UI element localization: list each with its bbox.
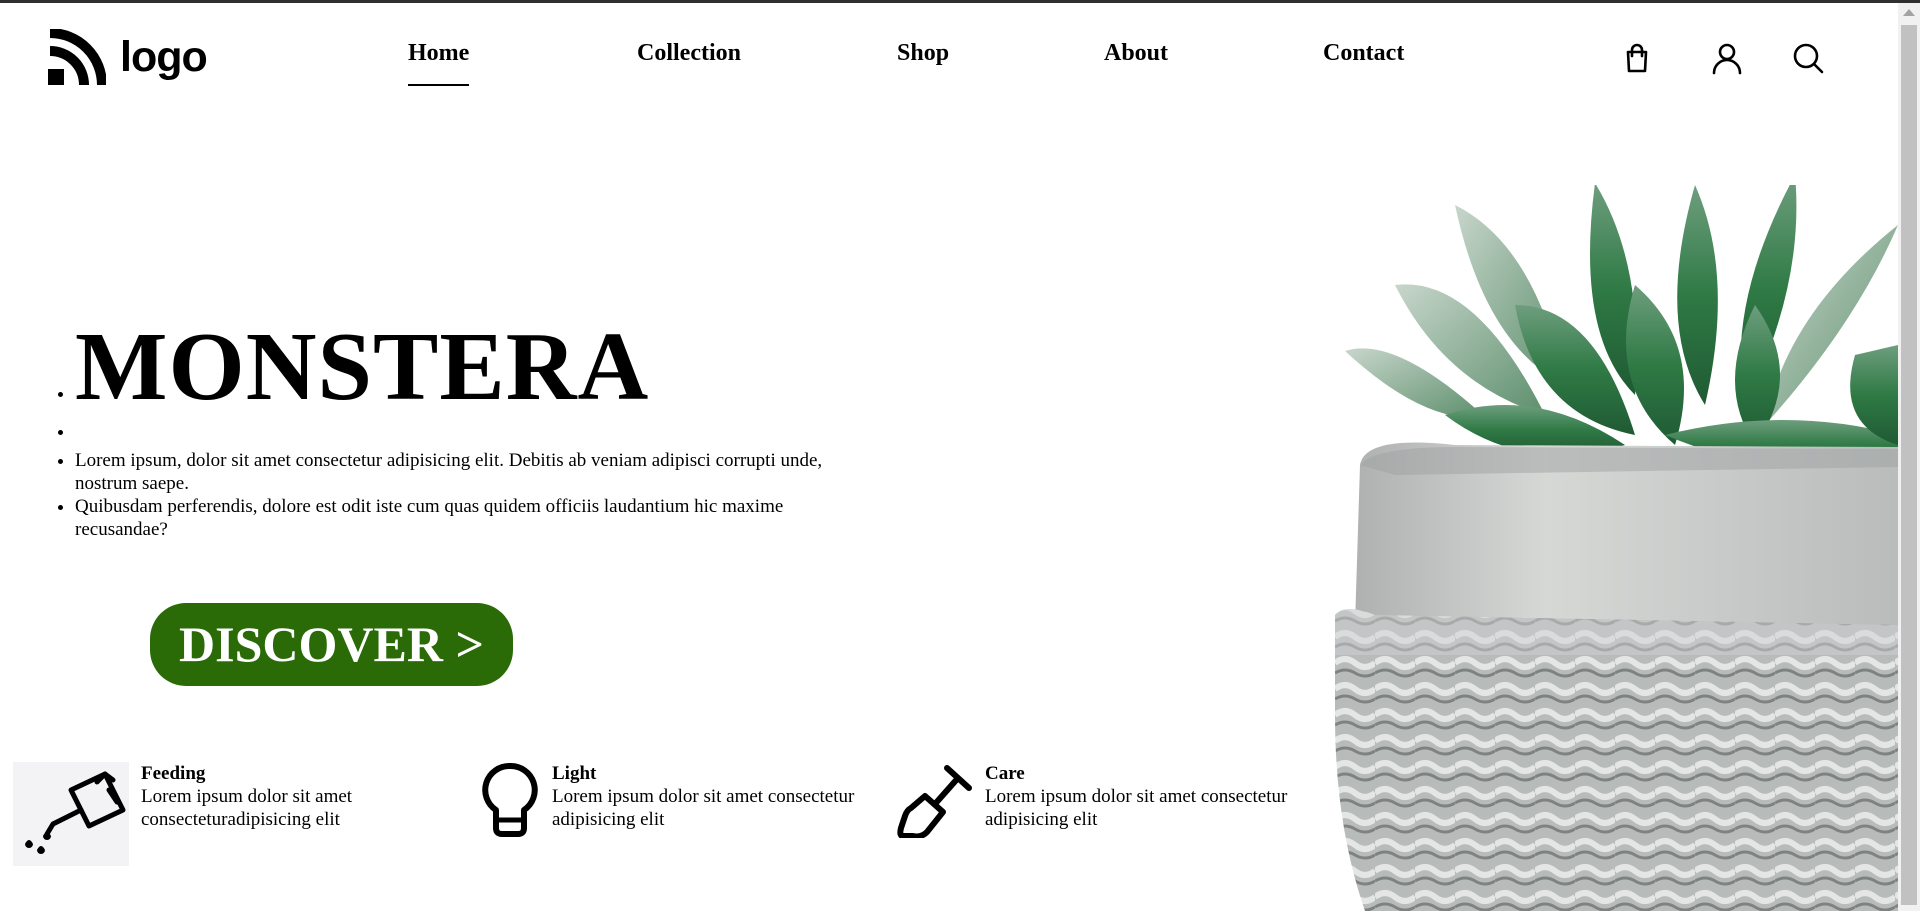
hero-title-item: MONSTERA (75, 318, 875, 416)
feature-title: Care (985, 763, 1025, 784)
logo[interactable]: logo (48, 29, 208, 85)
nav-collection[interactable]: Collection (637, 41, 741, 65)
feature-feeding: Feeding Lorem ipsum dolor sit amet conse… (13, 762, 376, 866)
discover-button[interactable]: DISCOVER > (150, 603, 513, 686)
hero-title: MONSTERA (75, 313, 650, 421)
nav-contact[interactable]: Contact (1323, 41, 1404, 65)
nav-about[interactable]: About (1104, 41, 1168, 65)
scrollbar[interactable] (1898, 3, 1920, 911)
scroll-up-arrow-icon[interactable] (1903, 9, 1915, 16)
site-header: logo Home Collection Shop About Contact (0, 3, 1898, 105)
logo-text: logo (120, 32, 208, 81)
feature-light: Light Lorem ipsum dolor sit amet consect… (478, 762, 877, 838)
feature-title: Light (552, 763, 597, 784)
nav-home[interactable]: Home (408, 41, 470, 86)
light-bulb-icon (482, 762, 538, 837)
hero-paragraph-2: Quibusdam perferendis, dolore est odit i… (75, 495, 875, 541)
hero-list: MONSTERA Lorem ipsum, dolor sit amet con… (75, 318, 875, 541)
shopping-bag-icon[interactable] (1620, 41, 1654, 75)
feature-title: Feeding (141, 763, 206, 784)
feature-description: Lorem ipsum dolor sit amet consecteturad… (141, 786, 353, 830)
feature-care: Care Lorem ipsum dolor sit amet consecte… (897, 762, 1320, 838)
logo-mark-icon (48, 29, 106, 85)
user-icon[interactable] (1710, 41, 1744, 75)
scrollbar-thumb[interactable] (1901, 25, 1917, 905)
watering-can-icon (13, 762, 129, 866)
search-icon[interactable] (1791, 41, 1825, 75)
hero-paragraph-1: Lorem ipsum, dolor sit amet consectetur … (75, 449, 875, 495)
feature-description: Lorem ipsum dolor sit amet consectetur a… (985, 786, 1288, 830)
succulent-plant-image (1335, 185, 1898, 911)
empty-list-item (75, 420, 875, 449)
nav-shop[interactable]: Shop (897, 41, 949, 65)
shovel-icon (897, 765, 972, 838)
feature-description: Lorem ipsum dolor sit amet consectetur a… (552, 786, 855, 830)
